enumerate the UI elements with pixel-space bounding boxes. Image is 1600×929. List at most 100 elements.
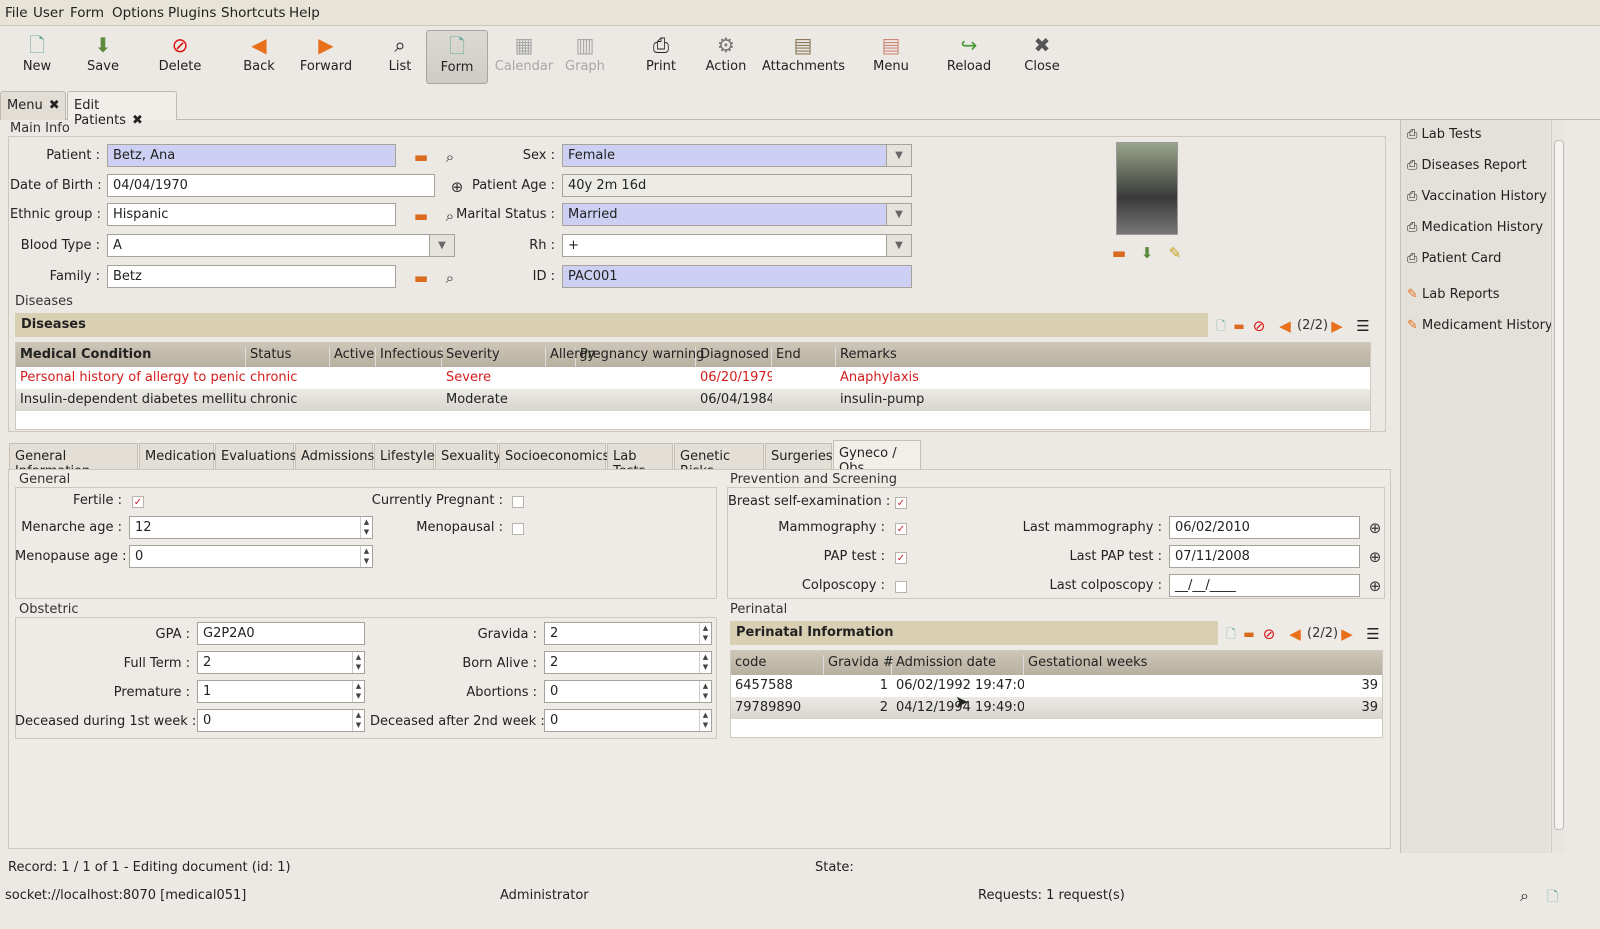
clear-broom-icon[interactable]: ✎ [1166, 244, 1184, 262]
menu-button[interactable]: ▤ Menu [868, 30, 914, 82]
menu-plugins[interactable]: Plugins [168, 5, 216, 21]
tab-menu[interactable]: Menu ✖ [0, 91, 66, 120]
sidebar-item-lab-reports[interactable]: ✎ Lab Reports [1407, 287, 1500, 302]
id-field[interactable]: PAC001 [562, 265, 912, 288]
column-header[interactable]: Infectious [376, 347, 443, 367]
spinner-arrows-icon[interactable]: ▲ ▼ [360, 546, 372, 567]
back-button[interactable]: ◀ Back [234, 30, 284, 82]
column-header[interactable]: Medical Condition [16, 347, 246, 367]
dob-field[interactable]: 04/04/1970 [107, 174, 435, 197]
column-header[interactable]: Status [246, 347, 330, 367]
arrow-left-icon[interactable]: ◀ [1276, 317, 1294, 335]
sidebar-scrollbar[interactable] [1551, 120, 1565, 853]
tab-lifestyle[interactable]: Lifestyle [374, 443, 435, 469]
spinner-arrows-icon[interactable]: ▲ ▼ [699, 652, 711, 673]
delete-icon[interactable]: ⊘ [1260, 625, 1278, 643]
table-row[interactable]: 79789890 2 04/12/1994 19:49:00 39 [731, 697, 1382, 719]
breast-checkbox[interactable]: ✓ [895, 495, 907, 510]
spinner-arrows-icon[interactable]: ▲ ▼ [699, 710, 711, 731]
sidebar-item-patient-card[interactable]: ⎙ Patient Card [1407, 251, 1501, 266]
tab-general-information[interactable]: General Information [9, 443, 138, 479]
attachments-button[interactable]: ▤ Attachments [762, 30, 845, 82]
tab-surgeries[interactable]: Surgeries [765, 443, 833, 469]
graph-button[interactable]: ▥ Graph [562, 30, 608, 82]
scrollbar-thumb[interactable] [1554, 140, 1564, 830]
sidebar-item-vaccination-history[interactable]: ⎙ Vaccination History [1407, 189, 1547, 204]
last-colpo-field[interactable]: __/__/____ [1169, 574, 1360, 597]
menu-form[interactable]: Form [70, 5, 104, 21]
list-button[interactable]: ⌕ List [376, 30, 424, 82]
tab-evaluations[interactable]: Evaluations [215, 443, 296, 469]
spinner-arrows-icon[interactable]: ▲ ▼ [352, 652, 364, 673]
tab-lab-tests[interactable]: Lab Tests [607, 443, 673, 479]
spinner-arrows-icon[interactable]: ▲ ▼ [699, 681, 711, 702]
calendar-zoom-icon[interactable]: ⊕ [1366, 548, 1384, 566]
spinner-arrows-icon[interactable]: ▲ ▼ [360, 517, 372, 538]
close-tab-icon[interactable]: ✖ [132, 113, 143, 128]
save-button[interactable]: ⬇ Save [78, 30, 128, 82]
folder-icon[interactable]: ▬ [412, 207, 430, 225]
close-tab-icon[interactable]: ✖ [49, 98, 60, 113]
switch-view-icon[interactable]: ☰ [1354, 317, 1372, 335]
menu-user[interactable]: User [33, 5, 64, 21]
column-header[interactable]: Gravida # [824, 655, 894, 675]
search-icon[interactable]: ⌕ [441, 269, 459, 287]
last-mammo-field[interactable]: 06/02/2010 [1169, 516, 1360, 539]
fullterm-field[interactable]: 2 ▲ ▼ [197, 651, 365, 674]
tab-gyneco-obs[interactable]: Gyneco / Obs [833, 440, 921, 476]
folder-icon[interactable]: ▬ [1110, 244, 1128, 262]
deceased2-field[interactable]: 0 ▲ ▼ [544, 709, 712, 732]
column-header[interactable]: Admission date [892, 655, 1024, 675]
column-header[interactable]: Severity [442, 347, 546, 367]
deceased1-field[interactable]: 0 ▲ ▼ [197, 709, 365, 732]
tab-socioeconomics[interactable]: Socioeconomics [499, 443, 609, 469]
folder-icon[interactable]: ▬ [412, 269, 430, 287]
column-header[interactable]: Gestational weeks [1024, 655, 1382, 675]
calendar-zoom-icon[interactable]: ⊕ [1366, 577, 1384, 595]
rh-select[interactable]: + ▼ [562, 234, 912, 257]
marital-select[interactable]: Married ▼ [562, 203, 912, 226]
table-row[interactable]: 6457588 1 06/02/1992 19:47:00 39 [731, 675, 1382, 697]
print-button[interactable]: ⎙ Print [640, 30, 682, 82]
column-header[interactable]: Remarks [836, 347, 1370, 367]
colposcopy-checkbox[interactable] [895, 579, 907, 594]
gravida-field[interactable]: 2 ▲ ▼ [544, 622, 712, 645]
menarche-field[interactable]: 12 ▲ ▼ [129, 516, 373, 539]
table-row[interactable]: Insulin-dependent diabetes mellitus chro… [16, 389, 1370, 411]
spinner-arrows-icon[interactable]: ▲ ▼ [352, 681, 364, 702]
new-record-icon[interactable]: 🗋 [1212, 317, 1230, 335]
column-header[interactable]: Pregnancy warning [576, 347, 704, 367]
arrow-right-icon[interactable]: ▶ [1328, 317, 1346, 335]
gpa-field[interactable]: G2P2A0 [197, 622, 365, 645]
pregnant-checkbox[interactable] [512, 494, 524, 509]
patient-field[interactable]: Betz, Ana [107, 144, 396, 167]
folder-icon[interactable]: ▬ [1230, 317, 1248, 335]
tab-sexuality[interactable]: Sexuality [435, 443, 501, 469]
sidebar-item-lab-tests[interactable]: ⎙ Lab Tests [1407, 127, 1482, 142]
tab-genetic-risks[interactable]: Genetic Risks [674, 443, 764, 479]
tab-admissions[interactable]: Admissions [295, 443, 374, 469]
new-record-icon[interactable]: 🗋 [1222, 625, 1240, 643]
reload-button[interactable]: ↪ Reload [942, 30, 996, 82]
calendar-button[interactable]: ▦ Calendar [492, 30, 556, 82]
column-header[interactable]: code [731, 655, 824, 675]
arrow-left-icon[interactable]: ◀ [1286, 625, 1304, 643]
last-pap-field[interactable]: 07/11/2008 [1169, 545, 1360, 568]
search-icon[interactable]: ⌕ [1520, 886, 1529, 906]
forward-button[interactable]: ▶ Forward [294, 30, 358, 82]
column-header[interactable]: Allergy [546, 347, 595, 367]
pap-checkbox[interactable]: ✓ [895, 550, 907, 565]
sidebar-item-medicament-history[interactable]: ✎ Medicament History [1407, 318, 1553, 333]
tab-medication[interactable]: Medication [139, 443, 216, 469]
switch-view-icon[interactable]: ☰ [1364, 625, 1382, 643]
ethnic-field[interactable]: Hispanic [107, 203, 396, 226]
menopause-age-field[interactable]: 0 ▲ ▼ [129, 545, 373, 568]
action-button[interactable]: ⚙ Action [702, 30, 750, 82]
menopausal-checkbox[interactable] [512, 521, 524, 536]
spinner-arrows-icon[interactable]: ▲ ▼ [699, 623, 711, 644]
folder-icon[interactable]: ▬ [412, 148, 430, 166]
blood-select[interactable]: A ▼ [107, 234, 455, 257]
arrow-right-icon[interactable]: ▶ [1338, 625, 1356, 643]
spinner-arrows-icon[interactable]: ▲ ▼ [352, 710, 364, 731]
search-icon[interactable]: ⌕ [441, 148, 459, 166]
